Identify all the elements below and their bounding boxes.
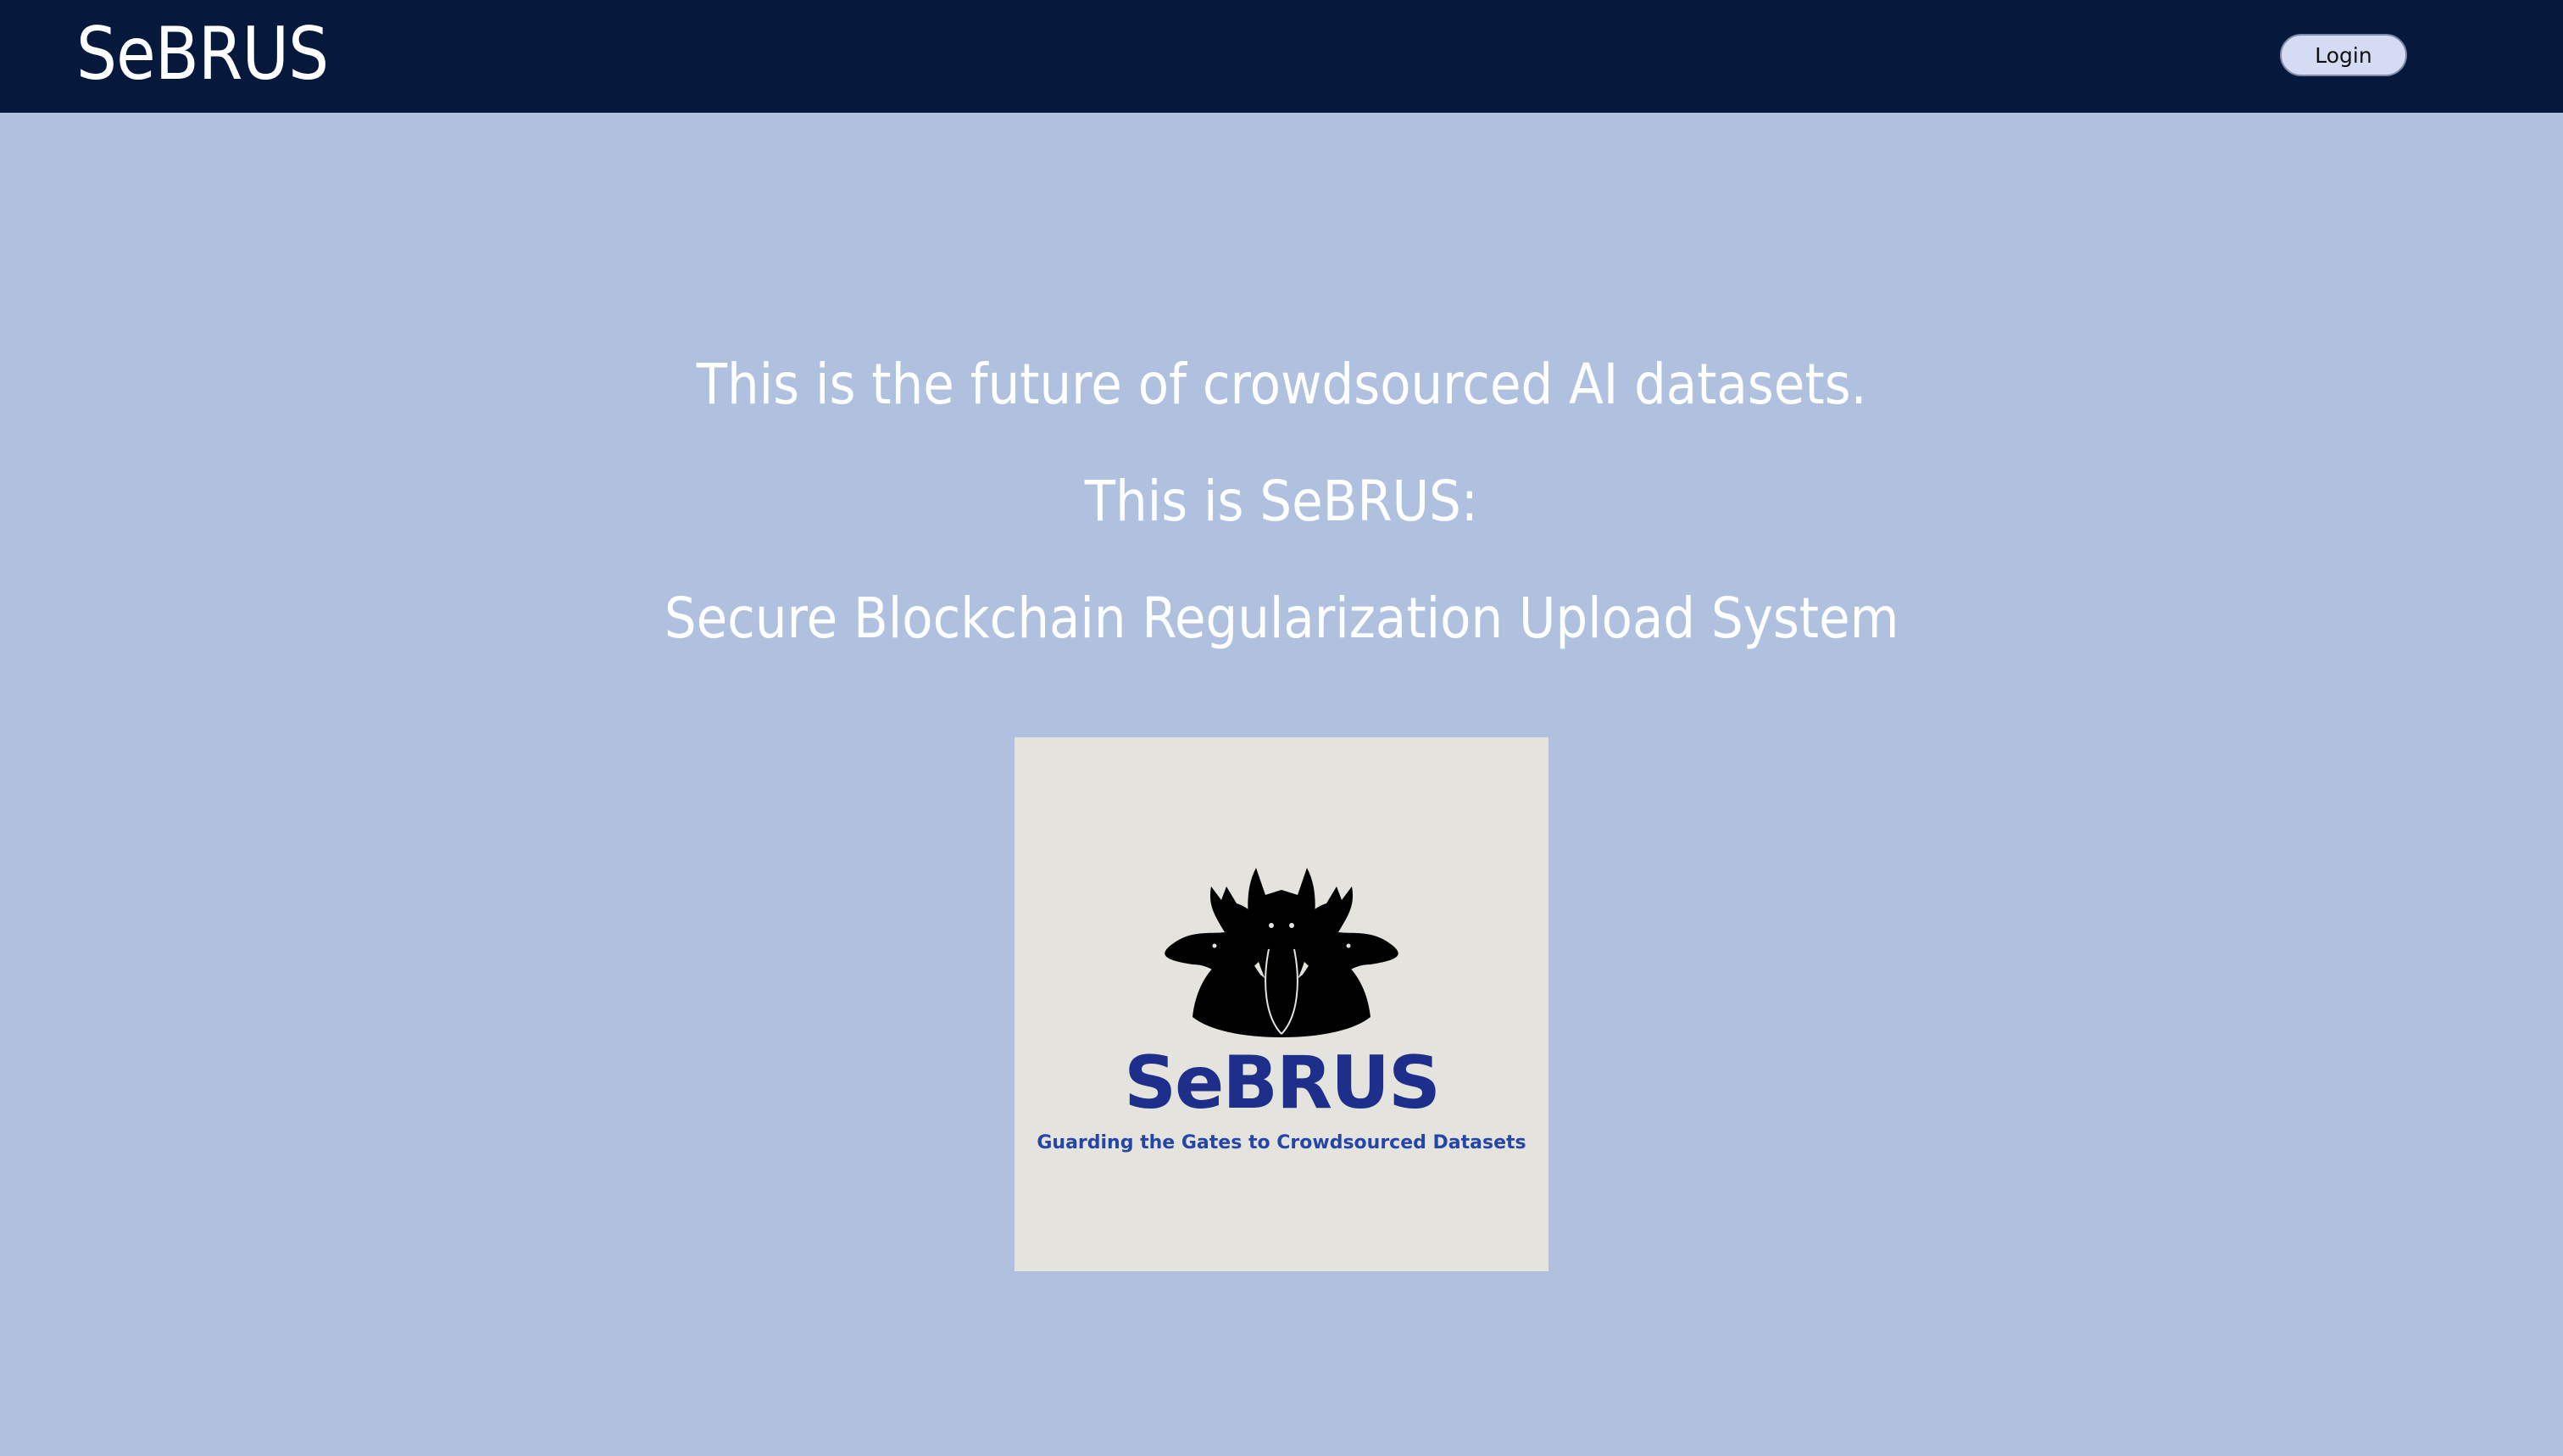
logo-tagline: Guarding the Gates to Crowdsourced Datas…	[1037, 1132, 1526, 1153]
top-navbar: SeBRUS Login	[0, 0, 2563, 113]
logo-wordmark: SeBRUS	[1124, 1041, 1441, 1125]
three-headed-dog-icon	[1165, 868, 1398, 1037]
login-button[interactable]: Login	[2280, 34, 2407, 76]
hero-subheadline: This is SeBRUS:	[0, 468, 2563, 536]
hero-acronym-expansion: Secure Blockchain Regularization Upload …	[0, 585, 2563, 653]
hero-subheadline-text: This is SeBRUS:	[1084, 469, 1479, 534]
sebrus-logo-image: SeBRUS Guarding the Gates to Crowdsource…	[1015, 737, 1548, 1271]
brand-title[interactable]: SeBRUS	[76, 12, 329, 97]
hero-headline-text: This is the future of crowdsourced AI da…	[696, 352, 1867, 417]
hero-headline: This is the future of crowdsourced AI da…	[0, 351, 2563, 419]
hero-acronym-text: Secure Blockchain Regularization Upload …	[664, 586, 1899, 651]
